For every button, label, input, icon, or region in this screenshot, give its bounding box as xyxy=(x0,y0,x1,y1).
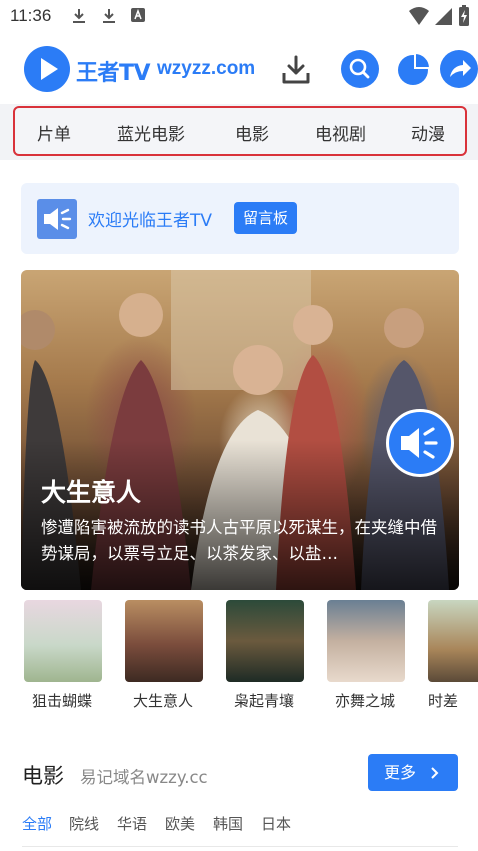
nav-item-tv[interactable]: 电视剧 xyxy=(315,120,366,145)
status-bar: 11:36 xyxy=(0,0,478,34)
poster-title: 枭起青壤 xyxy=(234,692,295,710)
filter-western[interactable]: 欧美 xyxy=(165,813,195,834)
pie-chart-icon[interactable] xyxy=(394,50,432,88)
speaker-fab[interactable] xyxy=(386,409,454,477)
share-button[interactable] xyxy=(440,50,478,88)
share-icon xyxy=(450,60,471,77)
download-icon xyxy=(73,9,85,23)
play-icon[interactable] xyxy=(24,46,70,92)
more-button[interactable]: 更多 xyxy=(368,754,458,791)
speaker-icon xyxy=(37,199,77,239)
nav-item-bluray[interactable]: 蓝光电影 xyxy=(117,120,185,145)
poster-row: 狙击蝴蝶 大生意人 枭起青壤 亦舞之城 时差 xyxy=(0,600,478,720)
poster-image xyxy=(226,600,304,682)
nav-item-anime[interactable]: 动漫 xyxy=(411,120,445,145)
app-header: 王者TV wzyzz.com xyxy=(0,34,478,104)
poster-image xyxy=(24,600,102,682)
more-button-label: 更多 xyxy=(384,763,417,782)
category-nav: 片单 蓝光电影 电影 电视剧 动漫 xyxy=(13,106,467,156)
download-icon[interactable] xyxy=(280,54,312,86)
brand-domain: wzyzz.com xyxy=(157,58,256,79)
chevron-right-icon xyxy=(431,767,439,779)
wifi-icon xyxy=(409,7,429,25)
nav-item-playlist[interactable]: 片单 xyxy=(37,120,71,145)
download-icon xyxy=(103,9,115,23)
search-button[interactable] xyxy=(341,50,379,88)
poster-title: 时差 xyxy=(428,692,459,710)
poster-image xyxy=(125,600,203,682)
search-icon xyxy=(349,58,370,79)
section-subtitle: 易记域名wzzy.cc xyxy=(80,768,208,787)
signal-icon xyxy=(435,8,452,25)
banner-title: 大生意人 xyxy=(41,478,142,507)
filter-korean[interactable]: 韩国 xyxy=(213,813,243,834)
filter-chinese[interactable]: 华语 xyxy=(117,813,147,834)
speaker-icon xyxy=(401,427,438,459)
message-board-button[interactable]: 留言板 xyxy=(234,202,298,234)
nav-item-movies[interactable]: 电影 xyxy=(235,120,269,145)
poster-title: 亦舞之城 xyxy=(335,692,396,710)
battery-charging-icon xyxy=(459,5,469,26)
poster-card[interactable]: 亦舞之城 xyxy=(327,600,413,711)
notice-text: 欢迎光临王者TV xyxy=(88,211,213,231)
poster-title: 狙击蝴蝶 xyxy=(32,692,93,710)
poster-image xyxy=(428,600,478,682)
filter-all[interactable]: 全部 xyxy=(22,813,52,834)
status-time: 11:36 xyxy=(10,6,52,25)
filter-japanese[interactable]: 日本 xyxy=(261,813,291,834)
brand-name[interactable]: 王者TV xyxy=(76,55,151,87)
banner-description: 惨遭陷害被流放的读书人古平原以死谋生，在夹缝中借势谋局，以票号立足、以茶发家、以… xyxy=(41,518,437,563)
poster-image xyxy=(327,600,405,682)
poster-card[interactable]: 大生意人 xyxy=(125,600,211,711)
poster-title: 大生意人 xyxy=(133,692,194,710)
poster-card[interactable]: 时差 xyxy=(428,600,478,711)
filter-cinema[interactable]: 院线 xyxy=(69,813,99,834)
poster-card[interactable]: 狙击蝴蝶 xyxy=(24,600,110,711)
section-title: 电影 xyxy=(22,764,64,788)
app-a-icon xyxy=(131,8,145,22)
poster-card[interactable]: 枭起青壤 xyxy=(226,600,312,711)
notice-bar: 欢迎光临王者TV 留言板 xyxy=(21,183,459,254)
divider xyxy=(22,846,458,847)
